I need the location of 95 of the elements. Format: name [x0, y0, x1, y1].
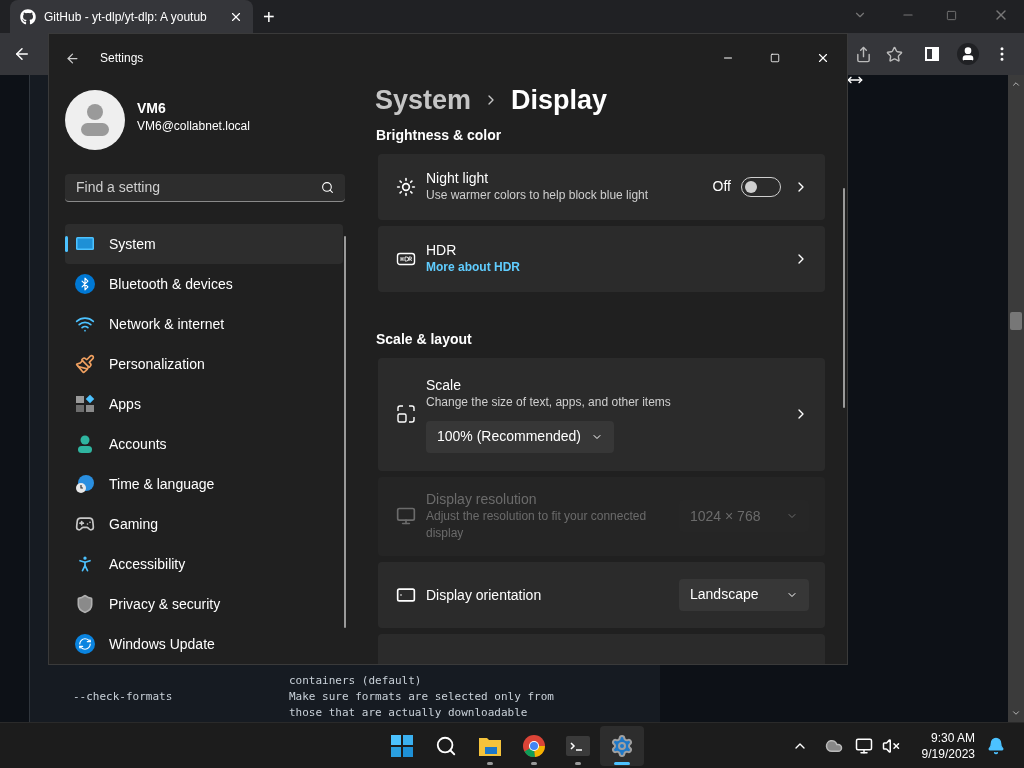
- clock-date: 9/19/2023: [921, 745, 975, 762]
- share-icon[interactable]: [855, 45, 872, 63]
- nav-label: Personalization: [109, 354, 205, 374]
- resolution-icon: [396, 506, 416, 526]
- nav-label: Time & language: [109, 474, 215, 494]
- nav-item[interactable]: Accessibility: [65, 544, 343, 584]
- windows-start-icon[interactable]: [391, 734, 413, 757]
- nav-label: Bluetooth & devices: [109, 274, 233, 294]
- scrollbar-thumb[interactable]: [843, 188, 845, 408]
- nav-label: Windows Update: [109, 634, 215, 654]
- settings-card[interactable]: Night light Use warmer colors to help block blue light Off: [378, 153, 825, 220]
- hdr-link[interactable]: More about HDR: [426, 259, 793, 276]
- nav-item[interactable]: Privacy & security: [65, 584, 343, 624]
- nav-label: Apps: [109, 394, 141, 414]
- card-title: HDR: [426, 241, 458, 259]
- user-name: VM6: [137, 99, 167, 118]
- search-icon: [321, 181, 334, 194]
- clock-time: 9:30 AM: [930, 729, 975, 746]
- search-icon[interactable]: [435, 734, 457, 757]
- dropdown[interactable]: 100% (Recommended): [426, 420, 614, 453]
- page-scrollbar[interactable]: [1008, 75, 1024, 722]
- nav-label: System: [109, 234, 156, 254]
- back-icon[interactable]: [65, 50, 80, 66]
- code-description: containers (default): [289, 673, 422, 689]
- card-description: Use warmer colors to help block blue light: [426, 187, 650, 204]
- bell-icon[interactable]: [987, 736, 1005, 755]
- dropdown[interactable]: Landscape: [679, 578, 809, 611]
- network-icon[interactable]: [854, 736, 873, 755]
- scale-icon: [396, 404, 416, 424]
- search-field[interactable]: Find a setting: [65, 174, 345, 202]
- nav-label: Network & internet: [109, 314, 225, 334]
- nav-label: Gaming: [109, 514, 159, 534]
- person-silhouette-icon: [79, 103, 111, 137]
- nav-item[interactable]: Gaming: [65, 504, 343, 544]
- settings-card[interactable]: Display orientation Landscape: [378, 561, 825, 628]
- nav-label: Privacy & security: [109, 594, 221, 614]
- card-title: Display resolution: [426, 490, 538, 508]
- window-title: Settings: [100, 50, 144, 67]
- update-icon: [75, 634, 95, 654]
- nav-item[interactable]: Network & internet: [65, 304, 343, 344]
- taskbar-button[interactable]: [600, 725, 644, 766]
- breadcrumb-parent[interactable]: System: [375, 80, 472, 121]
- code-description: Make sure formats are selected only from: [289, 689, 554, 705]
- search-input[interactable]: Find a setting: [76, 177, 321, 198]
- scroll-down-icon[interactable]: [1011, 708, 1021, 718]
- muted-speaker-icon[interactable]: [881, 736, 900, 755]
- back-icon[interactable]: [13, 45, 31, 63]
- wifi-icon: [75, 314, 95, 334]
- globe-clock-icon: [75, 474, 95, 494]
- tab-title: GitHub - yt-dlp/yt-dlp: A youtub: [44, 8, 208, 26]
- person-icon: [75, 434, 95, 454]
- brightness-icon: [396, 176, 416, 197]
- nav-item[interactable]: Personalization: [65, 344, 343, 384]
- settings-card[interactable]: HDR More about HDR: [378, 225, 825, 292]
- card-title: Scale: [426, 375, 463, 394]
- clock[interactable]: 9:30 AM 9/19/2023: [921, 729, 975, 762]
- card-title: Display orientation: [426, 585, 543, 604]
- scrollbar-thumb[interactable]: [1010, 312, 1022, 330]
- code-option: --check-formats: [73, 690, 173, 703]
- terminal-icon[interactable]: [566, 735, 590, 756]
- nav-item[interactable]: System: [65, 224, 343, 264]
- card-description: Change the size of text, apps, and other items: [426, 393, 672, 411]
- chrome-icon[interactable]: [522, 733, 546, 758]
- shield-icon: [75, 594, 95, 614]
- browser-tab[interactable]: GitHub - yt-dlp/yt-dlp: A youtub: [10, 0, 253, 33]
- gamepad-icon: [75, 514, 95, 534]
- new-tab-button[interactable]: +: [263, 7, 275, 27]
- nav-item[interactable]: Accounts: [65, 424, 343, 464]
- selection-indicator: [65, 236, 68, 252]
- scrollbar-thumb[interactable]: [344, 236, 346, 628]
- nav-item[interactable]: Windows Update: [65, 624, 343, 664]
- code-description: those that are actually downloadable: [289, 705, 528, 721]
- section-heading: Scale & layout: [376, 329, 473, 349]
- nav-item[interactable]: Apps: [65, 384, 343, 424]
- card-title: Night light: [426, 169, 490, 187]
- card-description: Adjust the resolution to fit your connected display: [426, 508, 648, 542]
- brush-icon: [75, 354, 95, 374]
- user-email: VM6@collabnet.local: [137, 118, 250, 134]
- side-panel-icon[interactable]: [925, 47, 939, 61]
- close-icon[interactable]: [816, 51, 830, 65]
- apps-icon: [75, 394, 95, 414]
- nav-label: Accessibility: [109, 554, 186, 574]
- nav-label: Accounts: [109, 434, 167, 454]
- breadcrumb-current: Display: [511, 84, 608, 117]
- github-icon: [20, 8, 36, 25]
- nav-item[interactable]: Time & language: [65, 464, 343, 504]
- gear-icon[interactable]: [610, 733, 634, 758]
- bluetooth-icon: [75, 274, 95, 294]
- section-heading: Brightness & color: [376, 125, 503, 145]
- profile-icon[interactable]: [957, 43, 979, 65]
- nav-item[interactable]: Bluetooth & devices: [65, 264, 343, 304]
- star-icon[interactable]: [886, 45, 903, 63]
- settings-card[interactable]: Scale Change the size of text, apps, and other items 100% (Recommended): [378, 357, 825, 471]
- toggle-state-label: Off: [712, 177, 731, 196]
- scroll-up-icon[interactable]: [1011, 79, 1021, 89]
